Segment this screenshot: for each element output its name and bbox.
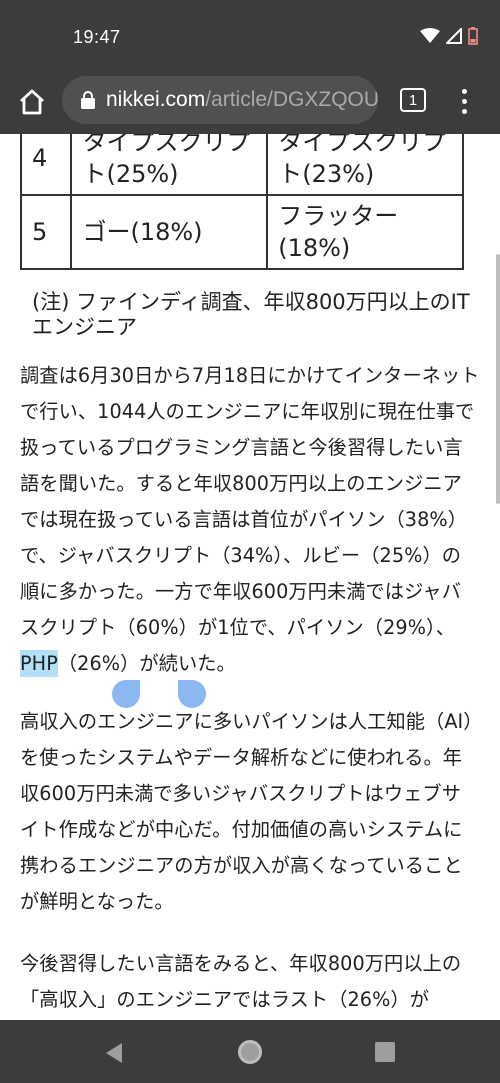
back-icon[interactable] <box>104 1042 124 1064</box>
language-ranking-table: 4 タイプスクリプト(25%) タイプスクリプト(23%) 5 ゴー(18%) … <box>19 134 464 270</box>
url-domain: nikkei.com <box>106 88 206 111</box>
battery-icon <box>468 27 478 45</box>
status-icons <box>420 27 478 45</box>
url-bar[interactable]: nikkei.com/article/DGXZQOU <box>62 76 378 124</box>
lock-icon <box>81 91 95 109</box>
status-time: 19:47 <box>73 27 121 47</box>
table-row: 4 タイプスクリプト(25%) タイプスクリプト(23%) <box>19 134 464 196</box>
rank-cell: 5 <box>19 194 73 270</box>
wifi-icon <box>420 28 440 44</box>
home-nav-icon[interactable] <box>238 1040 262 1064</box>
article-paragraph: 調査は6月30日から7月18日にかけてインターネットで行い、1044人のエンジニ… <box>20 358 480 682</box>
paragraph-text: （26%）が続いた。 <box>57 652 236 675</box>
url-path: /article/DGXZQOU <box>205 88 378 111</box>
system-nav-bar <box>0 1020 500 1083</box>
page-content[interactable]: 4 タイプスクリプト(25%) タイプスクリプト(23%) 5 ゴー(18%) … <box>0 134 500 1020</box>
home-button[interactable] <box>14 84 50 120</box>
status-bar: 19:47 <box>0 0 500 74</box>
url-text: nikkei.com/article/DGXZQOU <box>106 88 378 112</box>
table-row: 5 ゴー(18%) フラッター(18%) <box>19 194 464 270</box>
scrollbar[interactable] <box>496 254 500 504</box>
language-cell: タイプスクリプト(23%) <box>266 134 464 196</box>
selected-text[interactable]: PHP <box>20 650 58 677</box>
language-cell: タイプスクリプト(25%) <box>70 134 269 196</box>
table-note: (注) ファインディ調査、年収800万円以上のITエンジニア <box>32 290 470 339</box>
menu-dot-icon <box>461 108 467 114</box>
browser-toolbar: nikkei.com/article/DGXZQOU 1 <box>0 74 500 134</box>
rank-cell: 4 <box>19 134 73 196</box>
article-paragraph: 今後習得したい言語をみると、年収800万円以上の「高収入」のエンジニアではラスト… <box>20 952 462 1011</box>
paragraph-text: 調査は6月30日から7月18日にかけてインターネットで行い、1044人のエンジニ… <box>20 364 480 639</box>
recents-icon[interactable] <box>375 1042 395 1062</box>
menu-dot-icon <box>461 88 467 94</box>
language-cell: フラッター(18%) <box>266 194 464 270</box>
tab-count: 1 <box>408 91 418 109</box>
article-paragraph: 高収入のエンジニアに多いパイソンは人工知能（AI）を使ったシステムやデータ解析な… <box>20 710 473 913</box>
home-icon <box>20 89 44 115</box>
tab-switcher-button[interactable]: 1 <box>400 88 426 112</box>
signal-icon <box>446 28 462 44</box>
language-cell: ゴー(18%) <box>70 194 269 270</box>
menu-dot-icon <box>461 98 467 104</box>
overflow-menu-button[interactable] <box>452 84 476 118</box>
